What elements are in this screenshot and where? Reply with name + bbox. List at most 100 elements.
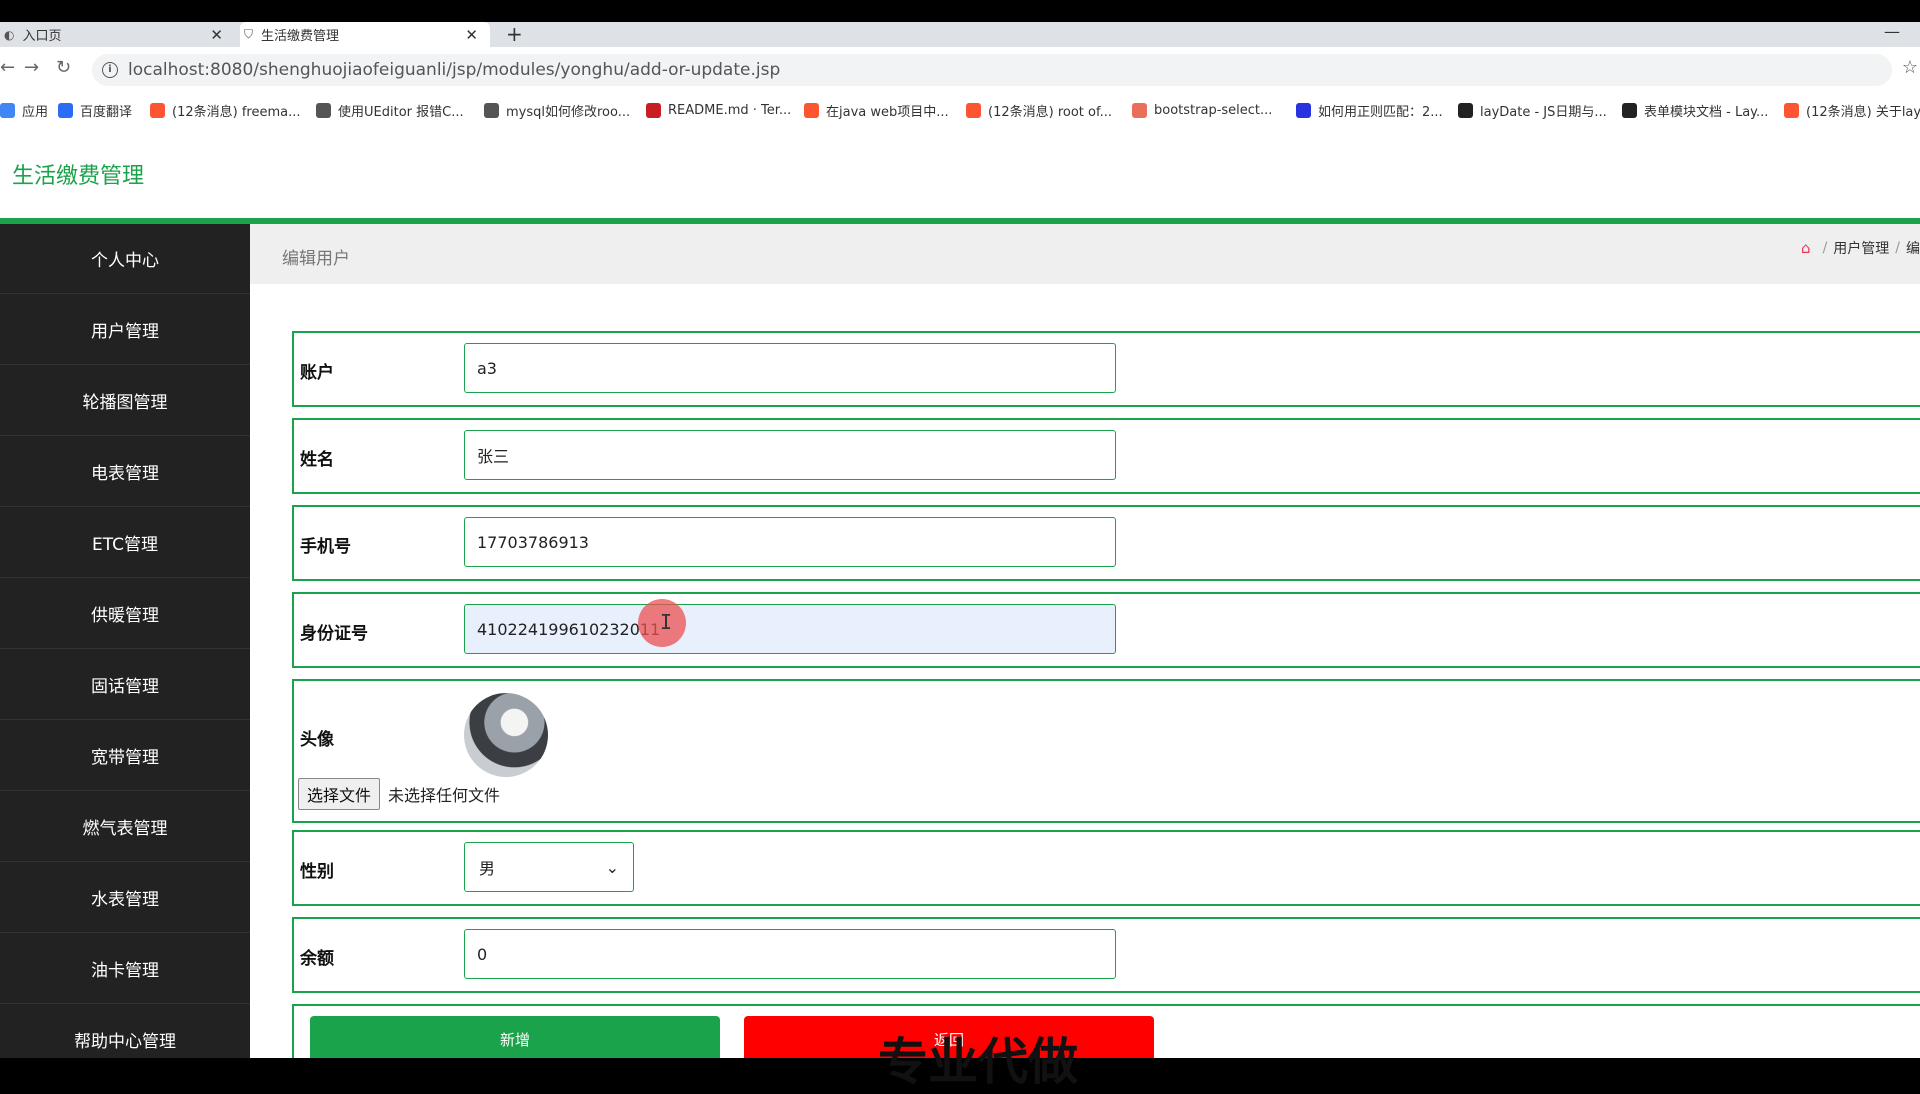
breadcrumb: ⌂ / 用户管理 / 编 xyxy=(1801,238,1920,258)
close-icon[interactable]: ✕ xyxy=(465,26,478,44)
id-number-label: 身份证号 xyxy=(300,624,368,644)
sidebar-item-etc[interactable]: ETC管理 xyxy=(0,508,250,578)
link-icon xyxy=(484,102,499,118)
bookmark-label: 如何用正则匹配：2... xyxy=(1318,104,1443,120)
forward-arrow-icon[interactable]: → xyxy=(24,57,39,78)
bookmark-label: 百度翻译 xyxy=(80,104,133,120)
bookmark-label: 在java web项目中... xyxy=(826,104,949,120)
sidebar-item-electric-meter[interactable]: 电表管理 xyxy=(0,437,250,507)
tab-entry-page[interactable]: ◐ 入口页 ✕ xyxy=(0,22,235,47)
baidu-icon xyxy=(1296,102,1311,118)
bookmark-item[interactable]: (12条消息) freema... xyxy=(150,92,300,128)
address-bar[interactable]: i localhost:8080/shenghuojiaofeiguanli/j… xyxy=(92,54,1892,86)
sidebar: 个人中心 用户管理 轮播图管理 电表管理 ETC管理 供暖管理 固话管理 宽带管… xyxy=(0,224,250,1058)
home-icon[interactable]: ⌂ xyxy=(1801,239,1811,257)
add-button[interactable]: 新增 xyxy=(310,1016,720,1058)
layui-icon xyxy=(1622,102,1637,118)
csdn-icon xyxy=(150,102,165,118)
sidebar-item-carousel-management[interactable]: 轮播图管理 xyxy=(0,366,250,436)
link-icon xyxy=(316,102,331,118)
info-icon[interactable]: i xyxy=(102,62,118,78)
layui-icon xyxy=(1458,102,1473,118)
bookmark-item[interactable]: README.md · Ter... xyxy=(646,92,791,128)
gender-label: 性别 xyxy=(300,862,334,882)
bookmark-label: (12条消息) freema... xyxy=(172,104,301,120)
phone-input[interactable] xyxy=(464,517,1116,567)
bookmark-label: bootstrap-select... xyxy=(1154,102,1273,118)
tab-title: 入口页 xyxy=(22,29,62,44)
name-input[interactable] xyxy=(464,430,1116,480)
sidebar-item-landline[interactable]: 固话管理 xyxy=(0,650,250,720)
gender-select[interactable]: 男 ⌄ xyxy=(464,842,634,892)
breadcrumb-separator: / xyxy=(1895,240,1900,256)
url-text: localhost:8080/shenghuojiaofeiguanli/jsp… xyxy=(128,60,781,80)
bookmark-item[interactable]: 应用 xyxy=(0,92,48,128)
form-row-id-number: 身份证号 xyxy=(292,592,1920,668)
bookmark-item[interactable]: bootstrap-select... xyxy=(1132,92,1272,128)
page-title: 编辑用户 xyxy=(282,249,350,269)
form-row-phone: 手机号 xyxy=(292,505,1920,581)
bookmark-item[interactable]: 使用UEditor 报错C... xyxy=(316,92,464,128)
tab-title: 生活缴费管理 xyxy=(261,29,340,44)
bookmark-item[interactable]: 在java web项目中... xyxy=(804,92,949,128)
breadcrumb-separator: / xyxy=(1822,240,1828,256)
shield-icon: ⛉ xyxy=(244,27,254,41)
choose-file-button[interactable]: 选择文件 xyxy=(298,778,381,810)
globe-icon: ◐ xyxy=(4,27,15,42)
bookmark-label: 使用UEditor 报错C... xyxy=(338,104,464,120)
bookmark-star-icon[interactable]: ☆ xyxy=(1902,57,1918,78)
form-row-gender: 性别 男 ⌄ xyxy=(292,830,1920,906)
reload-icon[interactable]: ↻ xyxy=(56,57,71,78)
csdn-icon xyxy=(966,102,981,118)
account-label: 账户 xyxy=(300,363,334,383)
breadcrumb-current: 编 xyxy=(1906,241,1920,257)
sidebar-item-heating[interactable]: 供暖管理 xyxy=(0,579,250,649)
csdn-icon xyxy=(1784,102,1799,118)
text-cursor-icon: I xyxy=(660,610,673,634)
bookmark-item[interactable]: 表单模块文档 - Lay... xyxy=(1622,92,1768,128)
browser-toolbar: ← → ↻ i localhost:8080/shenghuojiaofeigu… xyxy=(0,47,1920,92)
sidebar-item-personal-center[interactable]: 个人中心 xyxy=(0,224,250,294)
file-status-text: 未选择任何文件 xyxy=(388,786,501,805)
sidebar-item-fuel-card[interactable]: 油卡管理 xyxy=(0,934,250,1004)
sidebar-item-water-meter[interactable]: 水表管理 xyxy=(0,863,250,933)
new-tab-button[interactable]: + xyxy=(506,22,523,47)
account-input[interactable] xyxy=(464,343,1116,393)
page-header-bar: 编辑用户 ⌂ / 用户管理 / 编 xyxy=(250,224,1920,284)
bookmark-label: 应用 xyxy=(22,104,49,120)
sidebar-item-broadband[interactable]: 宽带管理 xyxy=(0,721,250,791)
bookmark-item[interactable]: 如何用正则匹配：2... xyxy=(1296,92,1443,128)
form-row-account: 账户 xyxy=(292,331,1920,407)
bookmark-item[interactable]: mysql如何修改roo... xyxy=(484,92,630,128)
bookmark-item[interactable]: (12条消息) 关于lay xyxy=(1784,92,1920,128)
baidu-translate-icon xyxy=(58,102,73,118)
bookmark-item[interactable]: 百度翻译 xyxy=(58,92,132,128)
balance-label: 余额 xyxy=(300,949,334,969)
form-row-name: 姓名 xyxy=(292,418,1920,494)
bookmark-label: mysql如何修改roo... xyxy=(506,104,631,120)
app-header: 生活缴费管理 xyxy=(0,128,1920,224)
sidebar-item-gas-meter[interactable]: 燃气表管理 xyxy=(0,792,250,862)
id-number-input[interactable] xyxy=(464,604,1116,654)
avatar-image xyxy=(464,693,548,777)
form-row-avatar: 头像 选择文件 未选择任何文件 xyxy=(292,679,1920,823)
browser-window: ◐ 入口页 ✕ ⛉ 生活缴费管理 ✕ + — ← → ↻ i localhost… xyxy=(0,22,1920,1058)
minimize-button[interactable]: — xyxy=(1884,22,1900,41)
close-icon[interactable]: ✕ xyxy=(210,26,223,44)
sidebar-item-help-center[interactable]: 帮助中心管理 xyxy=(0,1005,250,1058)
bookmark-label: README.md · Ter... xyxy=(668,102,792,118)
main-content: 编辑用户 ⌂ / 用户管理 / 编 账户 姓名 手机号 身份证号 xyxy=(250,224,1920,1058)
apps-icon xyxy=(0,102,15,118)
breadcrumb-user-management[interactable]: 用户管理 xyxy=(1833,238,1889,258)
gender-selected-value: 男 xyxy=(479,859,496,878)
sidebar-item-user-management[interactable]: 用户管理 xyxy=(0,295,250,365)
name-label: 姓名 xyxy=(300,450,334,470)
bookmark-item[interactable]: (12条消息) root of... xyxy=(966,92,1112,128)
bookmark-item[interactable]: layDate - JS日期与... xyxy=(1458,92,1607,128)
tab-life-payment[interactable]: ⛉ 生活缴费管理 ✕ xyxy=(240,22,490,47)
balance-input[interactable] xyxy=(464,929,1116,979)
bookmark-label: (12条消息) 关于lay xyxy=(1806,104,1920,120)
back-arrow-icon[interactable]: ← xyxy=(0,57,15,78)
gitee-icon xyxy=(646,102,661,118)
phone-label: 手机号 xyxy=(300,537,351,557)
